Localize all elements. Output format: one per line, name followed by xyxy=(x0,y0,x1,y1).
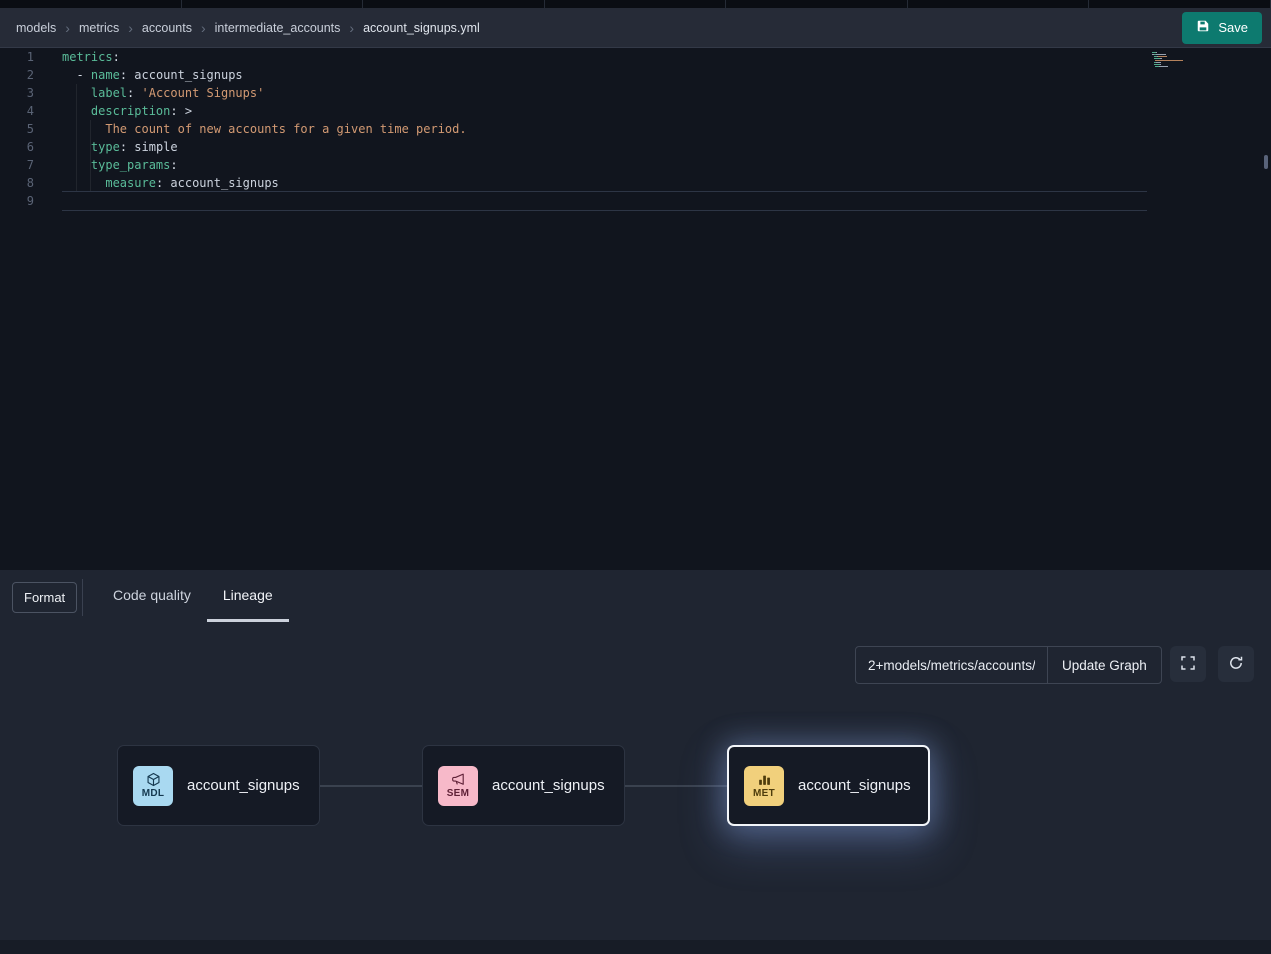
lineage-edge xyxy=(320,785,422,787)
top-tab[interactable] xyxy=(1089,0,1271,8)
line-number: 1 xyxy=(0,48,34,66)
code-line[interactable]: type_params: xyxy=(62,156,1147,174)
refresh-icon xyxy=(1228,655,1244,674)
node-type-badge: MDL xyxy=(142,788,165,799)
top-tab[interactable] xyxy=(726,0,908,8)
panel-footer xyxy=(0,940,1271,954)
breadcrumb-bar: models › metrics › accounts › intermediate_acc… xyxy=(0,8,1271,48)
breadcrumb-separator-icon: › xyxy=(349,21,354,35)
code-line[interactable]: The count of new accounts for a given ti… xyxy=(62,120,1147,138)
update-graph-button[interactable]: Update Graph xyxy=(1048,647,1161,683)
bar-chart-icon: MET xyxy=(744,766,784,806)
megaphone-icon: SEM xyxy=(438,766,478,806)
top-tab[interactable] xyxy=(545,0,727,8)
graph-selector: Update Graph xyxy=(855,646,1162,684)
lineage-node-sem[interactable]: SEM account_signups xyxy=(422,745,625,826)
node-type-badge: MET xyxy=(753,788,775,799)
save-label: Save xyxy=(1218,20,1248,35)
lineage-node-met[interactable]: MET account_signups xyxy=(727,745,930,826)
code-line[interactable] xyxy=(62,192,1147,210)
divider xyxy=(82,579,83,616)
breadcrumb-separator-icon: › xyxy=(201,21,206,35)
line-number: 8 xyxy=(0,174,34,192)
selector-input[interactable] xyxy=(856,647,1048,683)
bottom-panel: Format Code qualityLineage Update Graph … xyxy=(0,570,1271,954)
save-icon xyxy=(1196,19,1210,36)
node-type-badge: SEM xyxy=(447,788,470,799)
editor-scrollbar[interactable] xyxy=(1264,155,1268,169)
breadcrumb-separator-icon: › xyxy=(128,21,133,35)
line-number: 9 xyxy=(0,192,34,210)
cube-icon: MDL xyxy=(133,766,173,806)
breadcrumb-separator-icon: › xyxy=(65,21,70,35)
refresh-button[interactable] xyxy=(1218,646,1254,682)
format-button[interactable]: Format xyxy=(12,582,77,613)
breadcrumb-item[interactable]: intermediate_accounts xyxy=(215,21,341,35)
node-label: account_signups xyxy=(798,777,911,794)
code-line[interactable]: measure: account_signups xyxy=(62,174,1147,192)
code-content[interactable]: metrics: - name: account_signups label: … xyxy=(62,48,1147,210)
lineage-node-mdl[interactable]: MDL account_signups xyxy=(117,745,320,826)
fullscreen-button[interactable] xyxy=(1170,646,1206,682)
line-number: 4 xyxy=(0,102,34,120)
code-line[interactable]: description: > xyxy=(62,102,1147,120)
tab-code-quality[interactable]: Code quality xyxy=(97,570,207,622)
breadcrumb-item[interactable]: accounts xyxy=(142,21,192,35)
line-number: 6 xyxy=(0,138,34,156)
top-tab[interactable] xyxy=(0,0,182,8)
app-window: models › metrics › accounts › intermediate_acc… xyxy=(0,0,1271,954)
line-number: 7 xyxy=(0,156,34,174)
code-line[interactable]: type: simple xyxy=(62,138,1147,156)
line-number: 3 xyxy=(0,84,34,102)
code-line[interactable]: - name: account_signups xyxy=(62,66,1147,84)
line-number-gutter: 123456789 xyxy=(0,48,34,210)
top-tab[interactable] xyxy=(363,0,545,8)
minimap[interactable] xyxy=(1152,52,1210,70)
breadcrumb-item[interactable]: account_signups.yml xyxy=(363,21,480,35)
tab-lineage[interactable]: Lineage xyxy=(207,570,289,622)
line-number: 5 xyxy=(0,120,34,138)
breadcrumb-item[interactable]: models xyxy=(16,21,56,35)
line-number: 2 xyxy=(0,66,34,84)
node-label: account_signups xyxy=(492,777,605,794)
top-tab[interactable] xyxy=(908,0,1090,8)
top-tab-strip xyxy=(0,0,1271,8)
node-label: account_signups xyxy=(187,777,300,794)
code-editor[interactable]: 123456789 metrics: - name: account_signu… xyxy=(0,48,1271,570)
breadcrumb-item[interactable]: metrics xyxy=(79,21,119,35)
fullscreen-icon xyxy=(1180,655,1196,674)
top-tab[interactable] xyxy=(182,0,364,8)
panel-tabs: Code qualityLineage xyxy=(97,570,289,622)
code-line[interactable]: label: 'Account Signups' xyxy=(62,84,1147,102)
code-line[interactable]: metrics: xyxy=(62,48,1147,66)
breadcrumb: models › metrics › accounts › intermediate_acc… xyxy=(16,21,1182,35)
save-button[interactable]: Save xyxy=(1182,12,1262,44)
lineage-edge xyxy=(625,785,727,787)
